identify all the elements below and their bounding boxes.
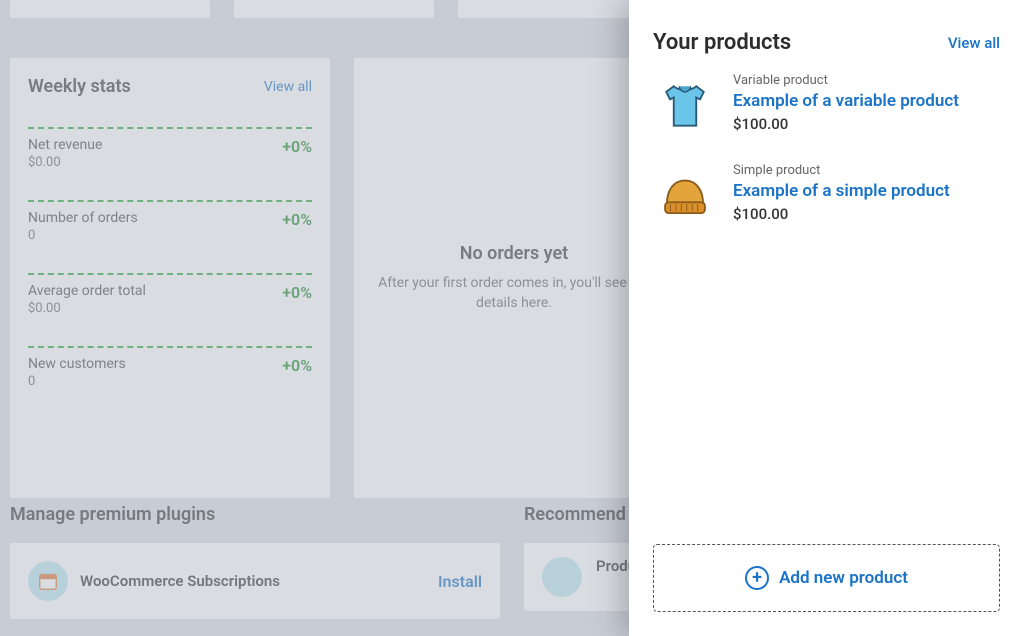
your-products-title: Your products (653, 30, 791, 55)
product-type: Variable product (733, 73, 959, 88)
plus-circle-icon: + (745, 566, 769, 590)
add-new-product-button[interactable]: + Add new product (653, 544, 1000, 612)
product-price: $100.00 (733, 205, 950, 223)
product-item[interactable]: Variable product Example of a variable p… (653, 73, 1000, 137)
product-price: $100.00 (733, 115, 959, 133)
your-products-view-all[interactable]: View all (948, 34, 1000, 52)
product-type: Simple product (733, 163, 950, 178)
add-new-product-label: Add new product (779, 568, 908, 588)
product-title[interactable]: Example of a variable product (733, 91, 959, 111)
product-thumb-beanie (653, 163, 717, 227)
your-products-panel: Your products View all Variable product … (629, 0, 1024, 636)
product-title[interactable]: Example of a simple product (733, 181, 950, 201)
product-item[interactable]: Simple product Example of a simple produ… (653, 163, 1000, 227)
product-thumb-shirt (653, 73, 717, 137)
